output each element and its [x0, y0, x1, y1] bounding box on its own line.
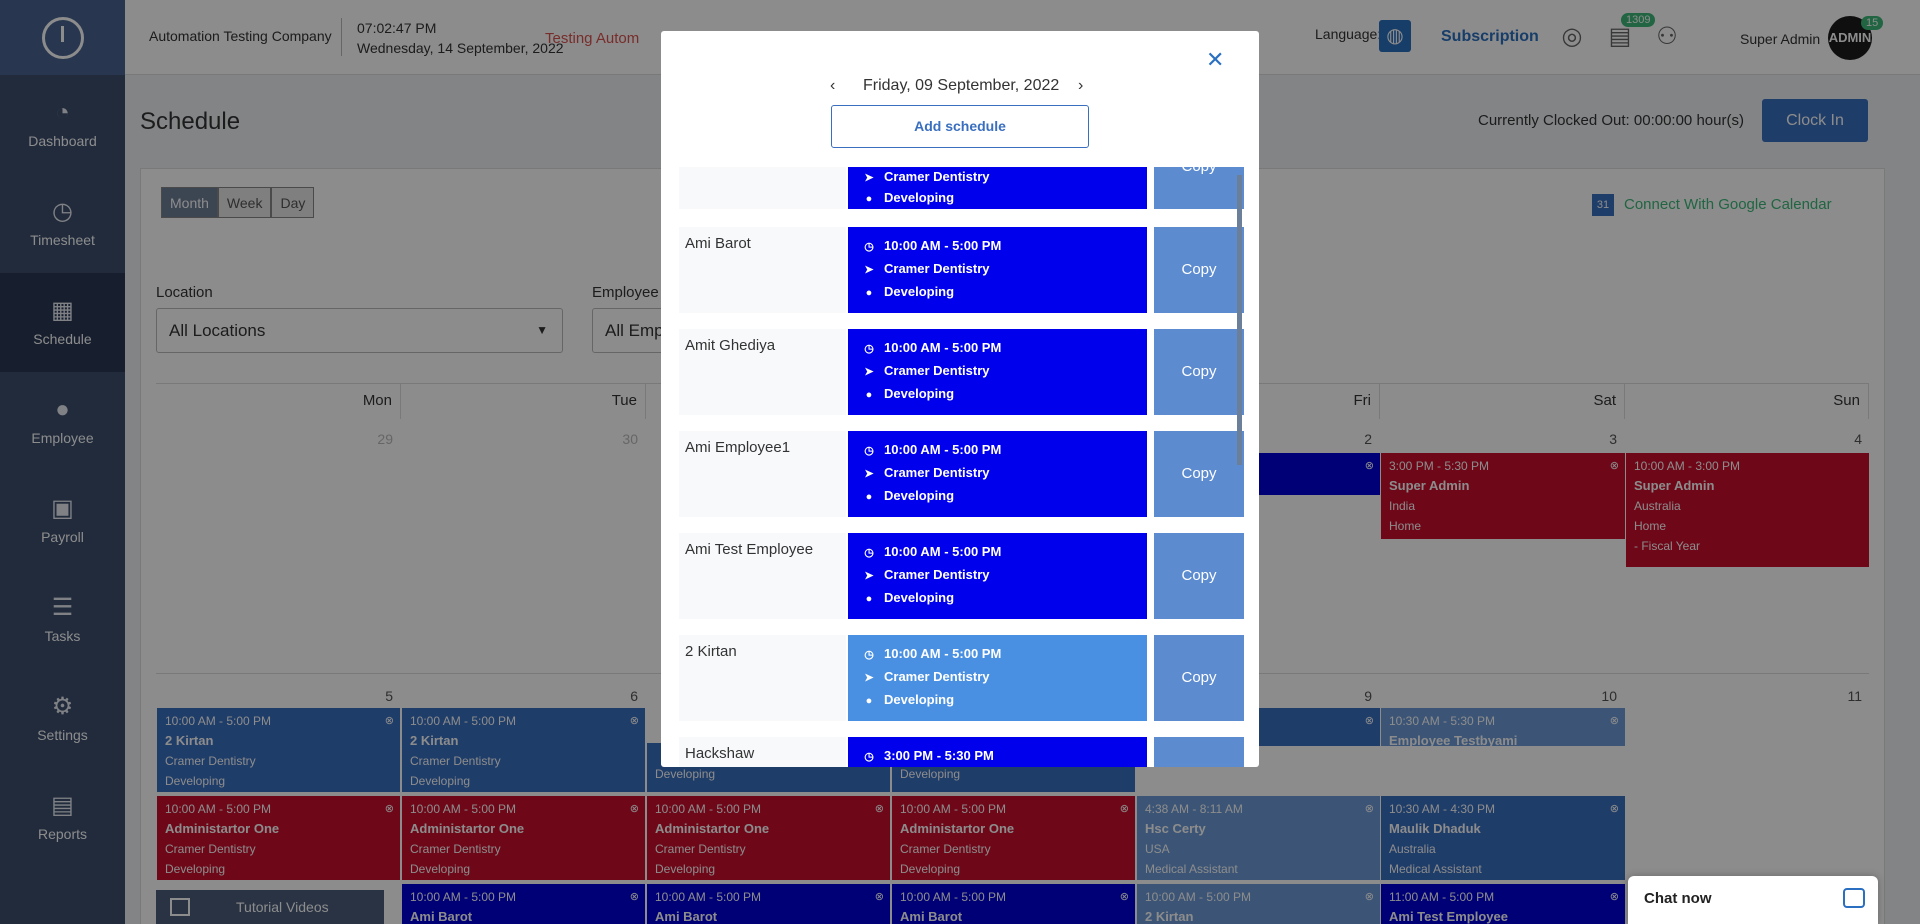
- clock-icon: ◷: [864, 751, 874, 763]
- list-item: 2 Kirtan ◷ 10:00 AM - 5:00 PM ➤ Cramer Den…: [679, 635, 1244, 721]
- card-time: 10:00 AM - 5:00 PM: [884, 442, 1002, 457]
- chat-bubble-icon: [1843, 888, 1865, 908]
- copy-button[interactable]: Copy: [1154, 167, 1244, 209]
- modal-scrollbar[interactable]: [1237, 175, 1242, 465]
- employee-name: Amit Ghediya: [679, 329, 846, 415]
- schedule-card[interactable]: ◷ 10:00 AM - 5:00 PM ➤ Cramer Dentistry ● D…: [848, 533, 1147, 619]
- person-icon: ●: [865, 193, 873, 205]
- card-location: Cramer Dentistry: [884, 169, 990, 184]
- chat-widget[interactable]: Chat now: [1628, 876, 1878, 924]
- employee-name: Ami Test Employee: [679, 533, 846, 619]
- card-role: Developing: [884, 692, 955, 707]
- employee-name: 2 Kirtan: [679, 635, 846, 721]
- card-time: 10:00 AM - 5:00 PM: [884, 646, 1002, 661]
- card-time: 10:00 AM - 5:00 PM: [884, 544, 1002, 559]
- list-item: Ami Test Employee ◷ 10:00 AM - 5:00 PM ➤ C…: [679, 533, 1244, 619]
- employee-name-cell: [679, 167, 846, 209]
- card-location: Cramer Dentistry: [884, 363, 990, 378]
- person-icon: ●: [865, 389, 873, 401]
- location-arrow-icon: ➤: [864, 172, 874, 184]
- close-icon[interactable]: ✕: [1206, 47, 1224, 73]
- chat-label: Chat now: [1644, 890, 1712, 907]
- schedule-card[interactable]: ◷ 3:00 PM - 5:30 PM: [848, 737, 1147, 767]
- clock-icon: ◷: [864, 343, 874, 355]
- card-role: Developing: [884, 284, 955, 299]
- schedule-card[interactable]: ◷ 10:00 AM - 5:00 PM ➤ Cramer Dentistry ● D…: [848, 431, 1147, 517]
- schedule-list: ➤ Cramer Dentistry ● Developing Copy Ami B…: [679, 167, 1244, 767]
- employee-name: Hackshaw: [679, 737, 846, 767]
- day-schedule-modal: ✕ ‹ Friday, 09 September, 2022 › Add sch…: [661, 31, 1259, 767]
- location-arrow-icon: ➤: [864, 468, 874, 480]
- copy-button[interactable]: [1154, 737, 1244, 767]
- location-arrow-icon: ➤: [864, 366, 874, 378]
- card-role: Developing: [884, 488, 955, 503]
- card-role: Developing: [884, 190, 955, 205]
- schedule-card[interactable]: ◷ 10:00 AM - 5:00 PM ➤ Cramer Dentistry ● D…: [848, 329, 1147, 415]
- employee-name: Ami Barot: [679, 227, 846, 313]
- list-item: Hackshaw ◷ 3:00 PM - 5:30 PM: [679, 737, 1244, 767]
- card-time: 10:00 AM - 5:00 PM: [884, 340, 1002, 355]
- card-location: Cramer Dentistry: [884, 465, 990, 480]
- person-icon: ●: [865, 491, 873, 503]
- clock-icon: ◷: [864, 241, 874, 253]
- person-icon: ●: [865, 695, 873, 707]
- copy-button[interactable]: Copy: [1154, 227, 1244, 313]
- card-time: 3:00 PM - 5:30 PM: [884, 748, 994, 763]
- clock-icon: ◷: [864, 649, 874, 661]
- card-role: Developing: [884, 386, 955, 401]
- schedule-card[interactable]: ◷ 10:00 AM - 5:00 PM ➤ Cramer Dentistry ● D…: [848, 227, 1147, 313]
- card-location: Cramer Dentistry: [884, 261, 990, 276]
- list-item: ➤ Cramer Dentistry ● Developing Copy: [679, 167, 1244, 209]
- clock-icon: ◷: [864, 547, 874, 559]
- add-schedule-button[interactable]: Add schedule: [831, 105, 1089, 148]
- list-item: Amit Ghediya ◷ 10:00 AM - 5:00 PM ➤ Cramer…: [679, 329, 1244, 415]
- person-icon: ●: [865, 287, 873, 299]
- schedule-card[interactable]: ➤ Cramer Dentistry ● Developing: [848, 167, 1147, 209]
- card-role: Developing: [884, 590, 955, 605]
- location-arrow-icon: ➤: [864, 570, 874, 582]
- copy-button[interactable]: Copy: [1154, 635, 1244, 721]
- card-time: 10:00 AM - 5:00 PM: [884, 238, 1002, 253]
- modal-date: Friday, 09 September, 2022: [863, 77, 1060, 94]
- clock-icon: ◷: [864, 445, 874, 457]
- location-arrow-icon: ➤: [864, 264, 874, 276]
- list-item: Ami Barot ◷ 10:00 AM - 5:00 PM ➤ Cramer De…: [679, 227, 1244, 313]
- copy-button[interactable]: Copy: [1154, 533, 1244, 619]
- list-item: Ami Employee1 ◷ 10:00 AM - 5:00 PM ➤ Crame…: [679, 431, 1244, 517]
- location-arrow-icon: ➤: [864, 672, 874, 684]
- person-icon: ●: [865, 593, 873, 605]
- schedule-card[interactable]: ◷ 10:00 AM - 5:00 PM ➤ Cramer Dentistry ● D…: [848, 635, 1147, 721]
- employee-name: Ami Employee1: [679, 431, 846, 517]
- copy-button[interactable]: Copy: [1154, 431, 1244, 517]
- card-location: Cramer Dentistry: [884, 567, 990, 582]
- chevron-right-icon[interactable]: ›: [1078, 77, 1083, 95]
- card-location: Cramer Dentistry: [884, 669, 990, 684]
- copy-button[interactable]: Copy: [1154, 329, 1244, 415]
- chevron-left-icon[interactable]: ‹: [830, 77, 835, 95]
